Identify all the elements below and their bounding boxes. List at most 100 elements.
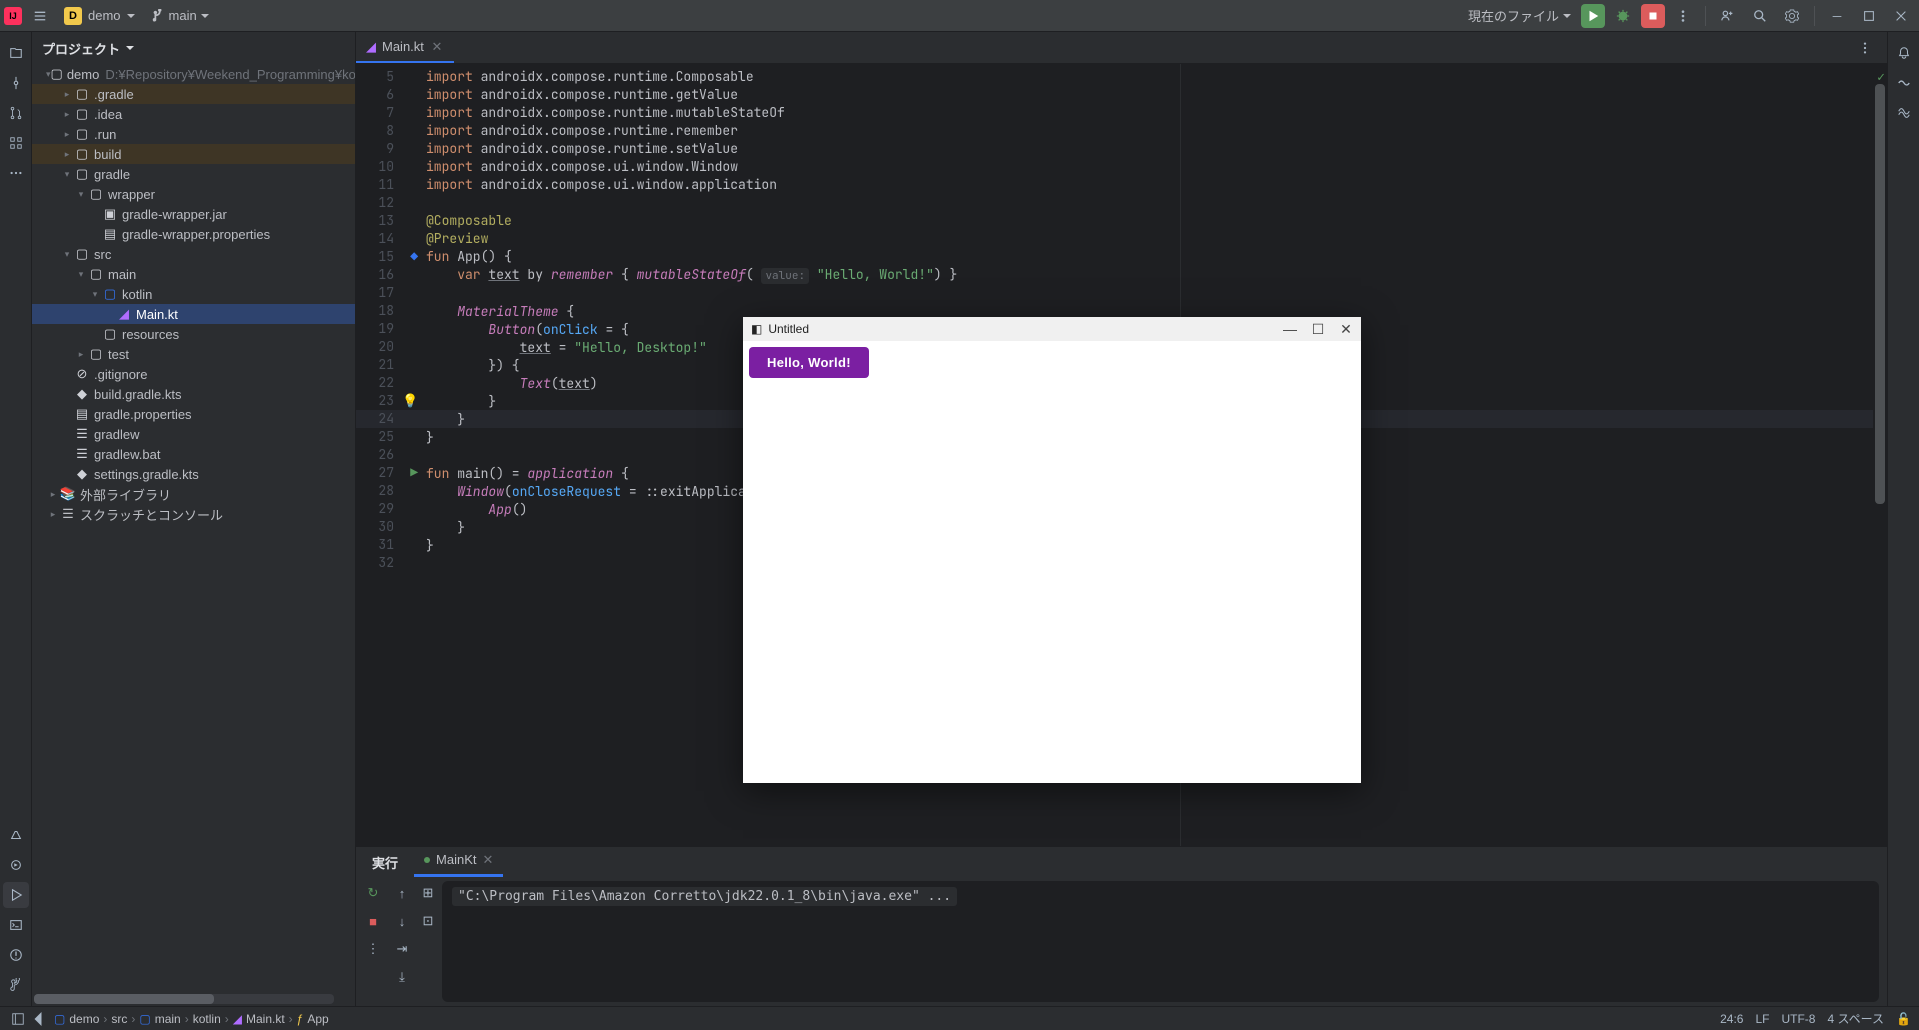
folder-icon: ▢	[74, 126, 90, 142]
vcs-tool-button[interactable]	[3, 972, 29, 998]
pull-requests-tool-button[interactable]	[3, 100, 29, 126]
readonly-toggle-icon[interactable]: 🔓	[1896, 1012, 1911, 1026]
breadcrumb-back-button[interactable]	[28, 1009, 48, 1029]
stop-button[interactable]	[1641, 4, 1665, 28]
scroll-down-button[interactable]: ↓	[390, 909, 414, 933]
folder-icon: ▢	[51, 66, 63, 82]
crumb[interactable]: ▢main	[139, 1012, 180, 1026]
collaborate-button[interactable]	[1714, 2, 1742, 30]
crumb[interactable]: ◢Main.kt	[233, 1012, 285, 1026]
project-panel-header[interactable]: プロジェクト	[32, 32, 355, 64]
compose-maximize-button[interactable]: ☐	[1311, 321, 1325, 338]
tree-row[interactable]: ▾▢src	[32, 244, 355, 264]
editor-scrollbar[interactable]: ✓	[1873, 64, 1887, 846]
run-toolbar-btn1[interactable]: ⊞	[416, 881, 440, 905]
tree-row[interactable]: ▸☰スクラッチとコンソール	[32, 504, 355, 524]
tree-row[interactable]: ▸▢test	[32, 344, 355, 364]
compose-app-title: Untitled	[768, 322, 809, 336]
tree-row[interactable]: ▸▢.idea	[32, 104, 355, 124]
tree-row[interactable]: ▾▢main	[32, 264, 355, 284]
run-tab-close-button[interactable]: ✕	[482, 852, 493, 868]
settings-button[interactable]	[1778, 2, 1806, 30]
soft-wrap-button[interactable]: ⇥	[390, 937, 414, 961]
tree-row[interactable]: ▣gradle-wrapper.jar	[32, 204, 355, 224]
run-tool-button[interactable]	[3, 882, 29, 908]
tree-row[interactable]: ▢resources	[32, 324, 355, 344]
project-selector[interactable]: D demo	[58, 3, 141, 29]
tree-row[interactable]: ▾▢kotlin	[32, 284, 355, 304]
search-button[interactable]	[1746, 2, 1774, 30]
project-tree[interactable]: ▾ ▢ demo D:¥Repository¥Weekend_Programmi…	[32, 64, 355, 992]
scrollbar-thumb[interactable]	[1875, 84, 1885, 504]
tree-root[interactable]: ▾ ▢ demo D:¥Repository¥Weekend_Programmi…	[32, 64, 355, 84]
scroll-up-button[interactable]: ↑	[390, 881, 414, 905]
more-tools-button[interactable]	[3, 160, 29, 186]
minimize-window-button[interactable]	[1823, 2, 1851, 30]
run-output[interactable]: "C:\Program Files\Amazon Corretto\jdk22.…	[442, 881, 1879, 1002]
run-config-selector[interactable]: 現在のファイル	[1462, 2, 1577, 29]
scroll-to-end-button[interactable]: ⤓	[390, 965, 414, 989]
compose-minimize-button[interactable]: —	[1283, 321, 1297, 338]
breadcrumbs[interactable]: ▢demo › src › ▢main › kotlin › ◢Main.kt …	[54, 1012, 329, 1026]
line-separator[interactable]: LF	[1755, 1012, 1769, 1026]
tree-row[interactable]: ▤gradle-wrapper.properties	[32, 224, 355, 244]
tree-row[interactable]: ▾▢wrapper	[32, 184, 355, 204]
debug-button[interactable]	[1609, 2, 1637, 30]
tab-close-button[interactable]: ✕	[430, 40, 444, 54]
vcs-branch-selector[interactable]: main	[145, 4, 215, 27]
tree-row[interactable]: ▸▢build	[32, 144, 355, 164]
tool-window-bars-button[interactable]	[8, 1009, 28, 1029]
compose-close-button[interactable]: ✕	[1339, 321, 1353, 338]
hamburger-menu-button[interactable]	[26, 2, 54, 30]
tree-row-selected[interactable]: ◢Main.kt	[32, 304, 355, 324]
gradle-tool-button[interactable]	[1891, 70, 1917, 96]
folder-icon: ▢	[74, 246, 90, 262]
caret-position[interactable]: 24:6	[1720, 1012, 1743, 1026]
editor-more-button[interactable]	[1851, 34, 1879, 62]
tree-row[interactable]: ▸▢.gradle	[32, 84, 355, 104]
jar-file-icon: ▣	[102, 206, 118, 222]
structure-tool-button[interactable]	[3, 130, 29, 156]
tree-row[interactable]: ☰gradlew.bat	[32, 444, 355, 464]
project-tool-button[interactable]	[3, 40, 29, 66]
tree-row[interactable]: ☰gradlew	[32, 424, 355, 444]
compose-hello-button[interactable]: Hello, World!	[749, 347, 869, 378]
tree-row[interactable]: ▸📚外部ライブラリ	[32, 484, 355, 504]
kotlin-file-icon: ◢	[116, 306, 132, 322]
notifications-button[interactable]	[1891, 40, 1917, 66]
stop-process-button[interactable]: ■	[361, 909, 385, 933]
maximize-window-button[interactable]	[1855, 2, 1883, 30]
ide-logo-icon: IJ	[4, 7, 22, 25]
database-tool-button[interactable]	[1891, 100, 1917, 126]
editor-tab[interactable]: ◢ Main.kt ✕	[356, 32, 454, 63]
tree-row[interactable]: ▸▢.run	[32, 124, 355, 144]
gradle-file-icon: ◆	[74, 466, 90, 482]
tree-row[interactable]: ⊘.gitignore	[32, 364, 355, 384]
run-toolbar-btn2[interactable]: ⊡	[416, 909, 440, 933]
close-window-button[interactable]	[1887, 2, 1915, 30]
file-encoding[interactable]: UTF-8	[1781, 1012, 1815, 1026]
rerun-button[interactable]: ↻	[361, 881, 385, 905]
crumb[interactable]: src	[111, 1012, 127, 1026]
more-button[interactable]	[1669, 2, 1697, 30]
project-tree-hscroll[interactable]	[34, 994, 334, 1004]
commit-tool-button[interactable]	[3, 70, 29, 96]
problems-tool-button[interactable]	[3, 942, 29, 968]
indent-label[interactable]: 4 スペース	[1827, 1010, 1884, 1027]
run-more-button[interactable]: ⋮	[361, 937, 385, 961]
crumb[interactable]: kotlin	[193, 1012, 221, 1026]
crumb[interactable]: ƒApp	[297, 1012, 329, 1026]
tree-row[interactable]: ▾▢gradle	[32, 164, 355, 184]
run-tab[interactable]: MainKt ✕	[414, 848, 503, 877]
tree-row[interactable]: ▤gradle.properties	[32, 404, 355, 424]
terminal-tool-button[interactable]	[3, 912, 29, 938]
editor-gutter[interactable]: 56789 1011121314 1516171819 2021222324 2…	[356, 64, 402, 846]
crumb[interactable]: ▢demo	[54, 1012, 99, 1026]
tree-row[interactable]: ◆build.gradle.kts	[32, 384, 355, 404]
services-tool-button[interactable]	[3, 852, 29, 878]
build-tool-button[interactable]	[3, 822, 29, 848]
compose-app-titlebar[interactable]: ◧ Untitled — ☐ ✕	[743, 317, 1361, 341]
function-icon: ƒ	[297, 1012, 304, 1026]
tree-row[interactable]: ◆settings.gradle.kts	[32, 464, 355, 484]
run-button[interactable]	[1581, 4, 1605, 28]
